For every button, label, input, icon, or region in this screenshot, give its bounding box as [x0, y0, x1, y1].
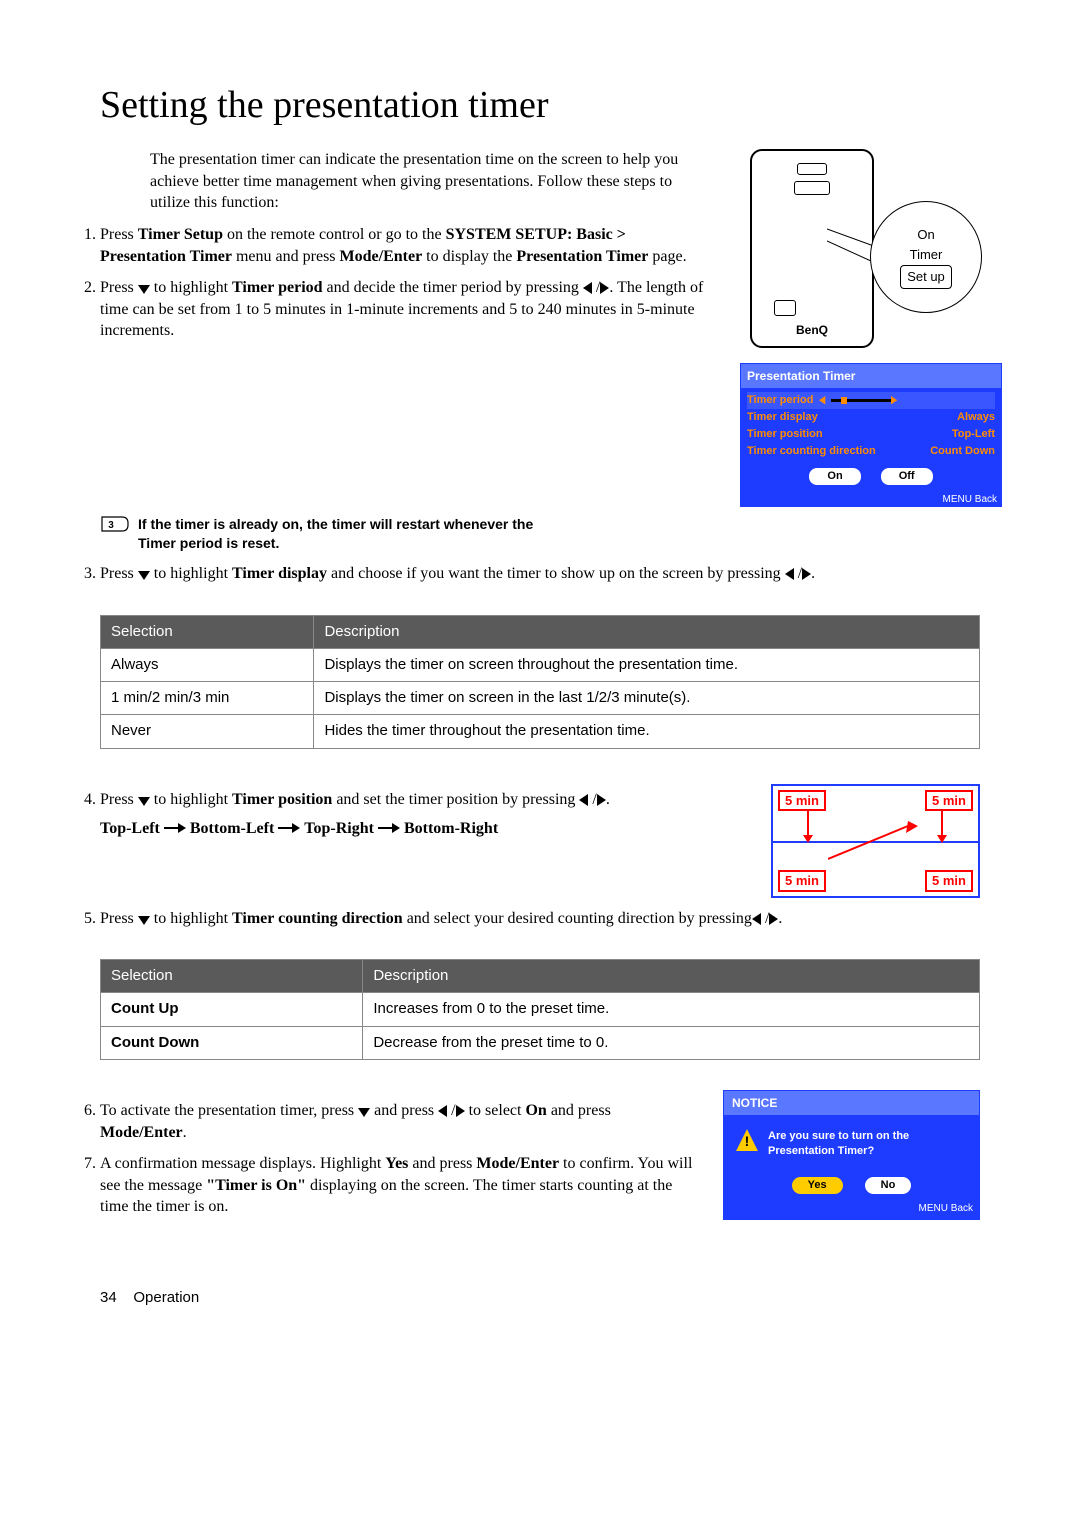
- step-6: To activate the presentation timer, pres…: [100, 1100, 693, 1143]
- left-icon: [785, 568, 794, 580]
- osd-menu-back: MENU Back: [741, 491, 1001, 507]
- section-name: Operation: [133, 1289, 199, 1306]
- intro-text: The presentation timer can indicate the …: [150, 149, 710, 214]
- arrow-icon: [935, 811, 950, 843]
- down-icon: [138, 797, 150, 806]
- step-3: Press to highlight Timer display and cho…: [100, 563, 980, 585]
- step-2: Press to highlight Timer period and deci…: [100, 277, 710, 342]
- table-row: NeverHides the timer throughout the pres…: [101, 715, 980, 748]
- notice-no-button: No: [865, 1177, 912, 1194]
- right-icon: [600, 282, 609, 294]
- notice-menu-back: MENU Back: [724, 1202, 979, 1220]
- osd-row-timer-display: Timer displayAlways: [747, 409, 995, 426]
- pos-top-left: 5 min: [778, 790, 826, 812]
- arrow-right-icon: [164, 823, 186, 833]
- down-icon: [358, 1108, 370, 1117]
- notice-dialog: NOTICE ! Are you sure to turn on the Pre…: [723, 1090, 980, 1220]
- arrow-right-icon: [278, 823, 300, 833]
- step-1: Press Timer Setup on the remote control …: [100, 224, 710, 267]
- th-description: Description: [314, 615, 980, 648]
- table-row: Count UpIncreases from 0 to the preset t…: [101, 993, 980, 1026]
- left-icon: [752, 913, 761, 925]
- notice-message: Are you sure to turn on the Presentation…: [768, 1129, 967, 1159]
- right-icon: [456, 1105, 465, 1117]
- pos-top-right: 5 min: [925, 790, 973, 812]
- note-text: If the timer is already on, the timer wi…: [138, 515, 558, 553]
- page-title: Setting the presentation timer: [100, 80, 980, 131]
- position-diagram: 5 min 5 min 5 min 5 min: [771, 784, 980, 898]
- step-5: Press to highlight Timer counting direct…: [100, 908, 980, 930]
- timer-display-table: Selection Description AlwaysDisplays the…: [100, 615, 980, 749]
- osd-off-button: Off: [881, 468, 933, 485]
- table-row: Count DownDecrease from the preset time …: [101, 1026, 980, 1059]
- osd-row-timer-direction: Timer counting directionCount Down: [747, 443, 995, 460]
- osd-row-timer-position: Timer positionTop-Left: [747, 426, 995, 443]
- down-icon: [138, 916, 150, 925]
- osd-on-button: On: [809, 468, 860, 485]
- notice-yes-button: Yes: [792, 1177, 843, 1194]
- remote-callout: On Timer Set up: [870, 201, 982, 313]
- th-selection: Selection: [101, 615, 314, 648]
- th-description: Description: [363, 960, 980, 993]
- warning-icon: !: [736, 1129, 758, 1151]
- counting-direction-table: Selection Description Count UpIncreases …: [100, 959, 980, 1060]
- arrow-icon: [801, 811, 816, 843]
- arrow-icon: [828, 821, 918, 861]
- svg-text:3: 3: [108, 520, 114, 531]
- arrow-right-icon: [378, 823, 400, 833]
- step-7: A confirmation message displays. Highlig…: [100, 1153, 693, 1218]
- pos-bottom-right: 5 min: [925, 870, 973, 892]
- osd-row-timer-period: Timer period: [747, 392, 995, 409]
- remote-diagram: BenQ On Timer Set up: [750, 149, 874, 348]
- left-icon: [579, 794, 588, 806]
- down-icon: [138, 285, 150, 294]
- notice-title: NOTICE: [724, 1091, 979, 1115]
- th-selection: Selection: [101, 960, 363, 993]
- left-icon: [438, 1105, 447, 1117]
- down-icon: [138, 571, 150, 580]
- osd-presentation-timer: Presentation Timer Timer period Timer di…: [740, 363, 1002, 507]
- left-icon: [583, 282, 592, 294]
- page-number: 34: [100, 1289, 117, 1306]
- right-icon: [597, 794, 606, 806]
- table-row: 1 min/2 min/3 minDisplays the timer on s…: [101, 682, 980, 715]
- step-4: Press to highlight Timer position and se…: [100, 789, 721, 840]
- remote-brand: BenQ: [752, 322, 872, 338]
- table-row: AlwaysDisplays the timer on screen throu…: [101, 648, 980, 681]
- pos-bottom-left: 5 min: [778, 870, 826, 892]
- osd-title: Presentation Timer: [741, 364, 1001, 388]
- right-icon: [802, 568, 811, 580]
- note-icon: 3: [100, 515, 130, 533]
